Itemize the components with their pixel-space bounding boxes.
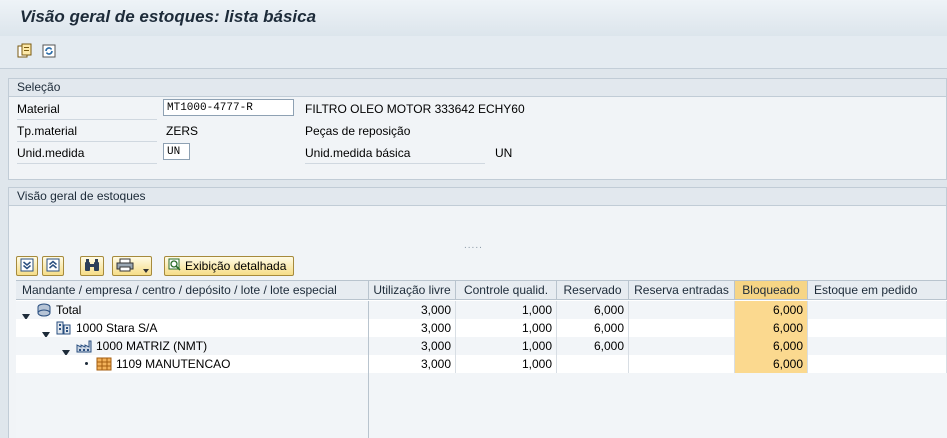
cell-bloqueado: 6,000 (735, 319, 808, 337)
material-label: Material (17, 99, 157, 120)
cell-bloqueado: 6,000 (735, 301, 808, 319)
stock-overview-title: Visão geral de estoques (9, 188, 946, 206)
cell-controle-qualid: 1,000 (456, 319, 557, 337)
unid-medida-label: Unid.medida (17, 143, 157, 164)
cell-reserva-entradas (629, 301, 735, 319)
cell-reservado: 6,000 (557, 337, 629, 355)
column-header-controle-qualid[interactable]: Controle qualid. (456, 281, 557, 300)
cell-utilizacao-livre: 3,000 (369, 337, 456, 355)
binoculars-icon (84, 258, 100, 275)
cell-controle-qualid: 1,000 (456, 355, 557, 373)
unid-medida-basica-label: Unid.medida básica (305, 143, 485, 164)
tpmaterial-label: Tp.material (17, 121, 157, 142)
page-title: Visão geral de estoques: lista básica (20, 7, 317, 26)
plant-factory-icon (76, 339, 92, 355)
cell-utilizacao-livre: 3,000 (369, 319, 456, 337)
tpmaterial-value: ZERS (166, 124, 199, 138)
row-label: 1000 Stara S/A (76, 321, 158, 335)
material-description: FILTRO OLEO MOTOR 333642 ECHY60 (305, 102, 525, 116)
collapse-all-icon (46, 258, 60, 275)
column-header-utilizacao-livre[interactable]: Utilização livre (369, 281, 456, 300)
table-row[interactable]: 1109 MANUTENCAO 3,000 1,000 6,000 (16, 355, 947, 373)
company-building-icon (56, 321, 72, 337)
cell-estoque-em-pedido (808, 301, 947, 319)
column-header-bloqueado[interactable]: Bloqueado (735, 281, 808, 300)
cell-reserva-entradas (629, 355, 735, 373)
cell-bloqueado: 6,000 (735, 337, 808, 355)
unid-medida-basica-value: UN (495, 146, 513, 160)
table-row[interactable]: 1000 MATRIZ (NMT) 3,000 1,000 6,000 6,00… (16, 337, 947, 355)
stock-tree-grid: Mandante / empresa / centro / depósito /… (16, 280, 947, 438)
total-stock-icon (36, 303, 52, 319)
column-header-reservado[interactable]: Reservado (557, 281, 629, 300)
unidade-row: Unid.medida UN Unid.medida básica UN (9, 143, 946, 164)
chevron-down-icon[interactable] (143, 263, 149, 277)
cell-estoque-em-pedido (808, 337, 947, 355)
cell-controle-qualid: 1,000 (456, 301, 557, 319)
unid-medida-field[interactable]: UN (163, 143, 190, 160)
cell-utilizacao-livre: 3,000 (369, 301, 456, 319)
material-row: Material MT1000-4777-R FILTRO OLEO MOTOR… (9, 99, 946, 120)
table-row[interactable]: Total 3,000 1,000 6,000 6,000 (16, 301, 947, 319)
table-row[interactable]: 1000 Stara S/A 3,000 1,000 6,000 6,000 (16, 319, 947, 337)
collapse-all-button[interactable] (42, 256, 64, 276)
refresh-icon[interactable] (40, 42, 58, 60)
title-bar: Visão geral de estoques: lista básica (0, 0, 947, 37)
column-header-reserva-entradas[interactable]: Reserva entradas (629, 281, 735, 300)
printer-icon (116, 258, 134, 275)
cell-reservado: 6,000 (557, 301, 629, 319)
application-toolbar (0, 36, 947, 69)
cell-utilizacao-livre: 3,000 (369, 355, 456, 373)
column-header-hierarchy[interactable]: Mandante / empresa / centro / depósito /… (16, 281, 369, 300)
magnifier-detail-icon (168, 258, 182, 275)
column-header-estoque-em-pedido[interactable]: Estoque em pedido (808, 281, 947, 300)
row-label: Total (56, 303, 82, 317)
splitter-handle[interactable]: ..... (464, 240, 483, 251)
column-separator (368, 373, 369, 438)
material-field[interactable]: MT1000-4777-R (163, 99, 294, 116)
tpmaterial-row: Tp.material ZERS Peças de reposição (9, 121, 946, 142)
cell-reservado: 6,000 (557, 319, 629, 337)
row-label: 1000 MATRIZ (NMT) (96, 339, 208, 353)
expand-arrow-icon[interactable] (42, 325, 50, 337)
cell-estoque-em-pedido (808, 355, 947, 373)
expand-all-button[interactable] (16, 256, 38, 276)
cell-bloqueado: 6,000 (735, 355, 808, 373)
detail-view-button[interactable]: Exibição detalhada (164, 256, 294, 276)
expand-all-icon (20, 258, 34, 275)
tpmaterial-description: Peças de reposição (305, 124, 411, 138)
empty-grid-area (16, 373, 947, 438)
cell-reservado (557, 355, 629, 373)
storage-location-icon (96, 357, 112, 373)
expand-arrow-icon[interactable] (22, 307, 30, 319)
leaf-bullet-icon (85, 362, 88, 365)
cell-reserva-entradas (629, 337, 735, 355)
cell-controle-qualid: 1,000 (456, 337, 557, 355)
cell-reserva-entradas (629, 319, 735, 337)
detail-view-label: Exibição detalhada (185, 259, 287, 273)
selection-group: Seleção Material MT1000-4777-R FILTRO OL… (8, 78, 947, 180)
find-button[interactable] (80, 256, 104, 276)
selection-title: Seleção (9, 79, 946, 97)
expand-arrow-icon[interactable] (62, 343, 70, 355)
print-button[interactable] (112, 256, 152, 276)
row-label: 1109 MANUTENCAO (116, 357, 231, 371)
copy-document-icon[interactable] (16, 42, 34, 60)
cell-estoque-em-pedido (808, 319, 947, 337)
